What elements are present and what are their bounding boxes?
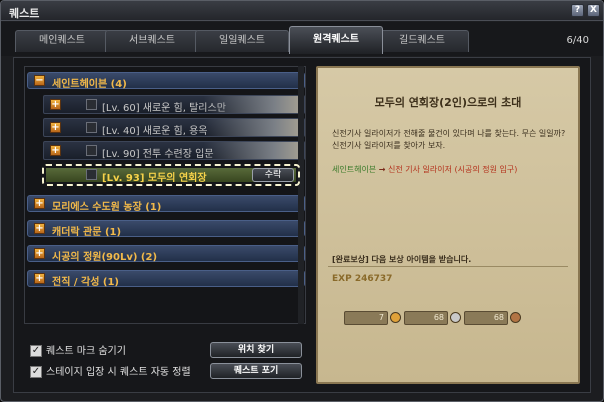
abandon-quest-button[interactable]: 퀘스트 포기: [210, 363, 302, 379]
silver-coin-icon: [450, 312, 461, 323]
close-button[interactable]: X: [587, 4, 600, 17]
expand-icon[interactable]: +: [34, 223, 45, 234]
expand-icon[interactable]: +: [50, 122, 61, 133]
route-to: 신전 기사 일라이저 (시공의 정원 입구): [387, 165, 518, 174]
quest-list: − 세인트헤이븐 (4) + [Lv. 60] 새로운 힘, 탈리스만 + [L…: [24, 66, 306, 324]
tab-bar: 메인퀘스트 서브퀘스트 일일퀘스트 길드퀘스트 원격퀘스트 6/40: [1, 22, 603, 56]
category-label: 세인트헤이븐 (4): [52, 79, 127, 90]
quest-row[interactable]: + [Lv. 60] 새로운 힘, 탈리스만: [43, 95, 305, 114]
tab-guild-quest[interactable]: 길드퀘스트: [375, 30, 469, 52]
gold-coin-icon: [390, 312, 401, 323]
quest-checkbox[interactable]: [86, 169, 97, 180]
hide-quest-mark-option[interactable]: ✓ 퀘스트 마크 숨기기: [30, 342, 126, 357]
category-row[interactable]: + 모리에스 수도원 농장 (1): [27, 195, 305, 213]
quest-row[interactable]: + [Lv. 40] 새로운 힘, 용옥: [43, 118, 305, 137]
title-bar[interactable]: 퀘스트 ? X: [1, 1, 603, 21]
auto-sort-label: 스테이지 입장 시 퀘스트 자동 정렬: [46, 367, 191, 378]
find-location-button[interactable]: 위치 찾기: [210, 342, 302, 358]
reward-divider: [328, 266, 568, 267]
tab-main-quest[interactable]: 메인퀘스트: [15, 30, 109, 52]
hide-quest-mark-label: 퀘스트 마크 숨기기: [46, 346, 126, 357]
quest-banner-image: [204, 119, 304, 136]
accept-button[interactable]: 수락: [252, 168, 294, 182]
window-title: 퀘스트: [9, 7, 40, 20]
tab-daily-quest[interactable]: 일일퀘스트: [195, 30, 289, 52]
quest-window: 퀘스트 ? X 메인퀘스트 서브퀘스트 일일퀘스트 길드퀘스트 원격퀘스트 6/…: [0, 0, 604, 402]
auto-sort-option[interactable]: ✓ 스테이지 입장 시 퀘스트 자동 정렬: [30, 363, 191, 378]
expand-icon[interactable]: +: [50, 99, 61, 110]
category-row[interactable]: − 세인트헤이븐 (4): [27, 72, 305, 90]
quest-content: − 세인트헤이븐 (4) + [Lv. 60] 새로운 힘, 탈리스만 + [L…: [13, 57, 591, 393]
quest-banner-image: [204, 142, 304, 159]
category-label: 전직 / 각성 (1): [52, 277, 119, 288]
category-label: 모리에스 수도원 농장 (1): [52, 202, 162, 213]
quest-route: 세인트헤이븐 → 신전 기사 일라이저 (시공의 정원 입구): [332, 164, 517, 175]
hide-quest-mark-checkbox[interactable]: ✓: [30, 345, 42, 357]
expand-icon[interactable]: +: [34, 248, 45, 259]
reward-exp: EXP 246737: [332, 274, 393, 284]
quest-label: [Lv. 40] 새로운 힘, 용옥: [102, 126, 208, 137]
quest-row[interactable]: + [Lv. 90] 전투 수련장 입문: [43, 141, 305, 160]
quest-checkbox[interactable]: [86, 145, 97, 156]
expand-icon[interactable]: +: [50, 145, 61, 156]
category-row[interactable]: + 시공의 정원(90Lv) (2): [27, 245, 305, 263]
route-arrow-icon: →: [378, 165, 386, 174]
quest-detail-panel: 모두의 연회장(2인)으로의 초대 신전기사 일라이저가 전해줄 물건이 있다며…: [316, 66, 580, 384]
selected-quest-row[interactable]: [Lv. 93] 모두의 연회장 수락: [42, 164, 300, 186]
quest-detail-title: 모두의 연회장(2인)으로의 초대: [374, 96, 522, 109]
quest-list-scrollbar[interactable]: [298, 66, 304, 324]
category-row[interactable]: + 전직 / 각성 (1): [27, 270, 305, 288]
quest-label: [Lv. 90] 전투 수련장 입문: [102, 149, 214, 160]
silver-amount: 68: [404, 311, 448, 325]
gold-amount: 7: [344, 311, 388, 325]
category-label: 캐더락 관문 (1): [52, 227, 122, 238]
quest-checkbox[interactable]: [86, 122, 97, 133]
quest-description: 신전기사 일라이저가 전해줄 물건이 있다며 나를 찾는다. 무슨 일일까? 신…: [332, 129, 566, 150]
category-row[interactable]: + 캐더락 관문 (1): [27, 220, 305, 238]
quest-banner-image: [204, 96, 304, 113]
reward-title: [완료보상] 다음 보상 아이템을 받습니다.: [332, 255, 472, 264]
quest-count: 6/40: [566, 35, 589, 46]
help-button[interactable]: ?: [571, 4, 584, 17]
expand-icon[interactable]: +: [34, 273, 45, 284]
quest-checkbox[interactable]: [86, 99, 97, 110]
auto-sort-checkbox[interactable]: ✓: [30, 366, 42, 378]
copper-coin-icon: [510, 312, 521, 323]
tab-remote-quest[interactable]: 원격퀘스트: [289, 26, 383, 54]
copper-amount: 68: [464, 311, 508, 325]
tab-sub-quest[interactable]: 서브퀘스트: [105, 30, 199, 52]
route-from: 세인트헤이븐: [332, 165, 377, 174]
category-label: 시공의 정원(90Lv) (2): [52, 252, 158, 263]
expand-icon[interactable]: +: [34, 198, 45, 209]
selected-quest-label: [Lv. 93] 모두의 연회장: [102, 173, 207, 184]
collapse-icon[interactable]: −: [34, 75, 45, 86]
